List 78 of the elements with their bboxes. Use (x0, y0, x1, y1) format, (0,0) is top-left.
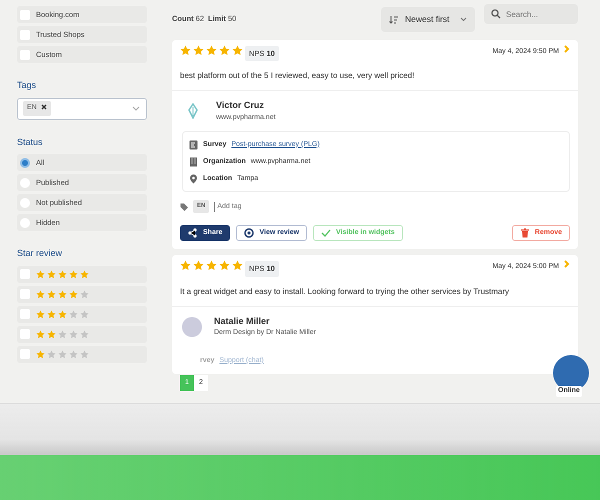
star-icon (219, 45, 230, 56)
section-title: Status (17, 136, 44, 148)
star-icon (232, 260, 243, 272)
star-icon (47, 350, 56, 358)
checkbox[interactable] (20, 50, 30, 60)
star-filter-option[interactable] (17, 346, 147, 362)
star-filter-option[interactable] (17, 266, 147, 282)
trash-icon (520, 228, 530, 238)
star-icon (180, 260, 191, 272)
star-filter-option[interactable] (17, 306, 147, 322)
star-icon (47, 270, 56, 278)
close-icon (40, 104, 47, 110)
star-icon (58, 350, 67, 358)
star-icon (69, 270, 78, 278)
star-icon (180, 45, 191, 56)
author-name: Natalie Miller (214, 314, 271, 328)
chevron-down-icon (132, 106, 140, 111)
star-icon (80, 330, 89, 338)
star-icon (219, 260, 230, 272)
star-icon (58, 330, 67, 338)
search-icon (491, 9, 501, 19)
star-icon (69, 310, 78, 318)
checkbox[interactable] (20, 349, 30, 359)
checkbox[interactable] (20, 10, 30, 20)
star-icon (80, 270, 89, 278)
radio-button[interactable] (20, 198, 30, 208)
star-icon (47, 310, 56, 318)
author-name: Victor Cruz (216, 99, 265, 112)
star-icon (36, 330, 45, 338)
sort-icon (389, 14, 399, 24)
star-icon (36, 290, 45, 298)
logo-icon (186, 103, 200, 120)
radio-button[interactable] (20, 178, 30, 188)
checkbox[interactable] (20, 329, 30, 339)
star-filter-option[interactable] (17, 326, 147, 342)
star-icon (80, 350, 89, 358)
location-pin-icon (189, 174, 198, 184)
star-icon (193, 45, 204, 56)
star-icon (69, 350, 78, 358)
star-icon (80, 310, 89, 318)
checkbox[interactable] (20, 30, 30, 40)
radio-button[interactable] (20, 158, 30, 168)
checkbox[interactable] (20, 289, 30, 299)
eye-icon (244, 228, 254, 238)
star-icon (36, 310, 45, 318)
star-icon (232, 45, 243, 56)
star-icon (47, 330, 56, 338)
star-icon (36, 350, 45, 358)
share-icon (188, 228, 198, 238)
chevron-right-icon (564, 260, 570, 268)
star-filter-option[interactable] (17, 286, 147, 302)
star-icon (58, 290, 67, 298)
review-text: It a great widget and easy to install. Looking forward to trying the other services by Trustmary (172, 276, 578, 306)
star-icon (193, 260, 204, 272)
checkbox[interactable] (20, 309, 30, 319)
radio-button[interactable] (20, 218, 30, 228)
star-icon (80, 290, 89, 298)
star-icon (206, 45, 217, 56)
star-icon (58, 270, 67, 278)
star-icon (206, 260, 217, 272)
search-field[interactable]: Search... (484, 4, 578, 24)
star-icon (69, 290, 78, 298)
review-text: best platform out of the 5 I reviewed, easy to use, very well priced! (172, 61, 578, 92)
star-icon (36, 270, 45, 278)
form-icon (189, 140, 198, 150)
star-icon (69, 330, 78, 338)
avatar-placeholder (182, 316, 202, 336)
checkbox[interactable] (20, 269, 30, 279)
section-title: Star review (17, 247, 64, 260)
section-title: Tags (17, 79, 38, 92)
chevron-down-icon (460, 16, 467, 22)
building-icon (189, 156, 198, 167)
check-icon (321, 228, 332, 238)
tag-icon (180, 202, 188, 211)
star-icon (58, 310, 67, 318)
sort-dropdown[interactable]: Newest first (381, 6, 475, 32)
chevron-right-icon (564, 45, 570, 53)
star-icon (47, 290, 56, 298)
